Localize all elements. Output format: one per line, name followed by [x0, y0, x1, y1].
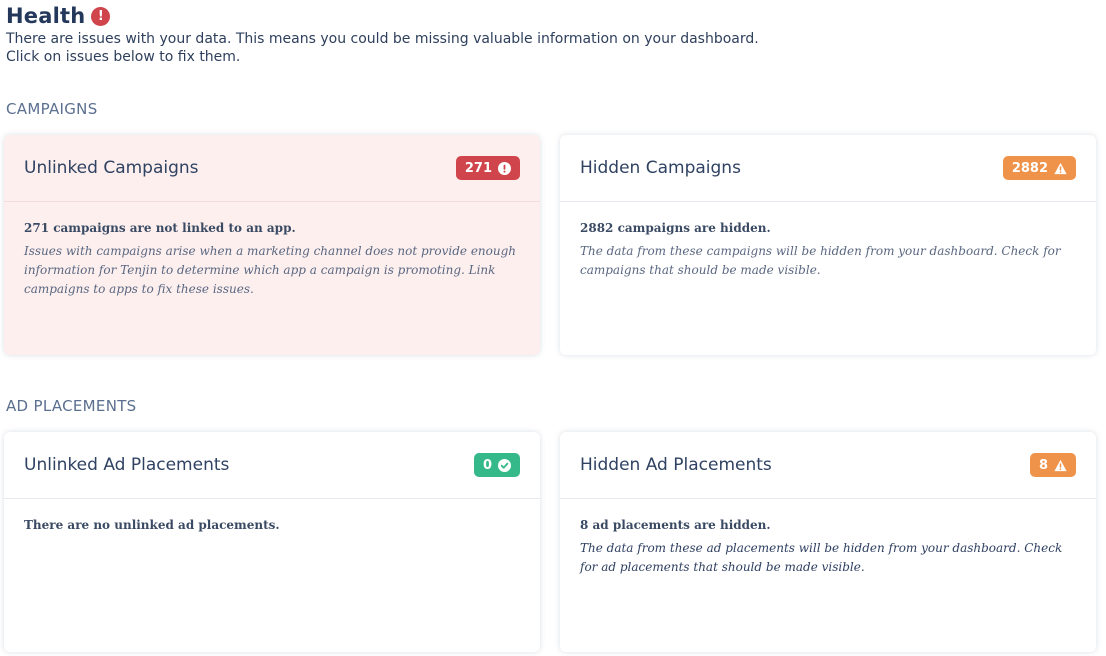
card-summary: 8 ad placements are hidden. [580, 518, 771, 532]
page-title: Health [6, 4, 86, 28]
card-header: Unlinked Campaigns 271 [4, 135, 540, 202]
alert-icon: ! [91, 6, 111, 26]
warning-triangle-icon [1054, 459, 1067, 472]
card-header: Unlinked Ad Placements 0 [4, 432, 540, 499]
badge-count: 8 [1038, 457, 1048, 473]
card-title: Unlinked Ad Placements [24, 455, 230, 475]
section-label-campaigns: CAMPAIGNS [6, 100, 98, 118]
card-detail: The data from these campaigns will be hi… [580, 244, 1061, 277]
card-title: Hidden Ad Placements [580, 455, 772, 475]
title-row: Health ! [6, 4, 759, 28]
card-header: Hidden Ad Placements 8 [560, 432, 1096, 499]
card-body: 2882 campaigns are hidden. The data from… [560, 202, 1096, 299]
card-header: Hidden Campaigns 2882 [560, 135, 1096, 202]
card-detail: The data from these ad placements will b… [580, 541, 1063, 574]
card-hidden-ad-placements[interactable]: Hidden Ad Placements 8 8 ad placements a… [560, 432, 1096, 652]
warning-count-badge: 8 [1029, 453, 1076, 477]
card-summary: 2882 campaigns are hidden. [580, 221, 771, 235]
card-summary: 271 campaigns are not linked to an app. [24, 221, 296, 235]
card-detail: Issues with campaigns arise when a marke… [24, 244, 517, 296]
card-body: There are no unlinked ad placements. [4, 499, 540, 558]
card-body: 8 ad placements are hidden. The data fro… [560, 499, 1096, 596]
card-unlinked-campaigns[interactable]: Unlinked Campaigns 271 271 campaigns are… [4, 135, 540, 355]
card-summary: There are no unlinked ad placements. [24, 518, 280, 532]
exclamation-circle-icon [498, 161, 511, 175]
card-unlinked-ad-placements[interactable]: Unlinked Ad Placements 0 There are no un… [4, 432, 540, 652]
subtitle-line-2: Click on issues below to fix them. [6, 49, 241, 65]
check-circle-icon [498, 458, 511, 472]
card-title: Hidden Campaigns [580, 158, 741, 178]
error-count-badge: 271 [455, 156, 520, 180]
ok-count-badge: 0 [473, 453, 520, 477]
section-label-ad-placements: AD PLACEMENTS [6, 397, 137, 415]
warning-count-badge: 2882 [1002, 156, 1076, 180]
card-title: Unlinked Campaigns [24, 158, 199, 178]
card-hidden-campaigns[interactable]: Hidden Campaigns 2882 2882 campaigns are… [560, 135, 1096, 355]
subtitle-line-1: There are issues with your data. This me… [6, 31, 759, 47]
card-body: 271 campaigns are not linked to an app. … [4, 202, 540, 318]
badge-count: 2882 [1011, 160, 1048, 176]
badge-count: 271 [464, 160, 492, 176]
badge-count: 0 [482, 457, 492, 473]
page-subtitle: There are issues with your data. This me… [6, 30, 759, 66]
page-header: Health ! There are issues with your data… [6, 4, 759, 66]
warning-triangle-icon [1054, 162, 1067, 175]
